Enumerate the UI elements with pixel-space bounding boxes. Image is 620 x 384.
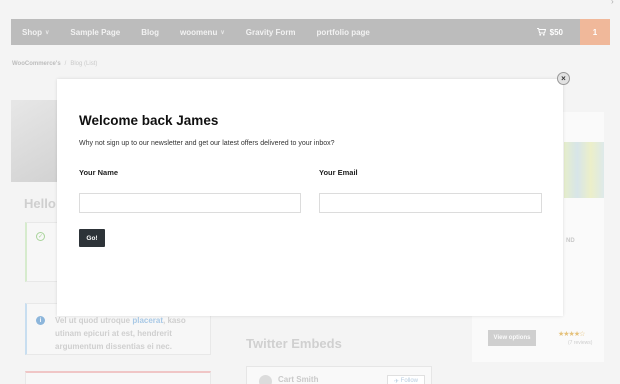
error-notice	[25, 371, 211, 384]
email-field[interactable]	[319, 193, 542, 213]
name-field[interactable]	[79, 193, 301, 213]
chevron-down-icon: ∨	[220, 29, 225, 36]
tweet-author: Cart Smith	[278, 375, 319, 384]
breadcrumb-item[interactable]: WooCommerce's	[12, 61, 61, 67]
go-button[interactable]: Go!	[79, 229, 105, 247]
nav-item-label: Blog	[141, 27, 159, 37]
modal-title: Welcome back James	[79, 113, 219, 128]
nav-item-shop[interactable]: Shop ∨	[22, 28, 49, 37]
nav-item-sample-page[interactable]: Sample Page	[70, 28, 120, 37]
nav-item-portfolio-page[interactable]: portfolio page	[317, 28, 370, 37]
breadcrumb-item: Blog (List)	[70, 61, 98, 67]
modal-subtitle: Why not sign up to our newsletter and ge…	[79, 140, 335, 147]
info-notice-text: Vel ut quod utroque placerat, kaso utina…	[55, 314, 205, 353]
nav-item-label: Sample Page	[70, 27, 121, 37]
avatar	[259, 375, 272, 384]
nav-item-label: Shop	[22, 27, 42, 37]
info-icon: i	[36, 316, 45, 325]
twitter-section-title: Twitter Embeds	[246, 336, 342, 351]
cart-icon	[536, 28, 546, 36]
breadcrumb-separator: /	[64, 61, 67, 67]
follow-label: Follow	[400, 378, 419, 384]
nav-item-label: portfolio page	[316, 27, 370, 37]
nav-item-woomenu[interactable]: woomenu ∨	[180, 28, 225, 37]
view-options-button[interactable]: View options	[488, 330, 536, 346]
corner-close-glyph: ›	[611, 0, 614, 6]
product-tag: ND	[566, 238, 575, 244]
tweet-card: Cart Smith ✈ Follow	[246, 366, 432, 384]
newsletter-modal: Welcome back James Why not sign up to ou…	[57, 79, 563, 316]
main-nav: Shop ∨ Sample Page Blog woomenu ∨ Gravit…	[11, 19, 610, 45]
breadcrumb: WooCommerce's / Blog (List)	[12, 61, 97, 67]
cart-count-badge[interactable]: 1	[580, 19, 610, 45]
nav-item-label: Gravity Form	[245, 27, 296, 37]
section-heading: Hello	[24, 196, 56, 211]
email-label: Your Email	[319, 168, 358, 177]
name-label: Your Name	[79, 168, 119, 177]
cart-link[interactable]: $50	[536, 19, 563, 45]
nav-item-label: woomenu	[180, 27, 218, 37]
star-rating: ★★★★☆	[558, 331, 585, 338]
check-icon: ✓	[36, 232, 45, 241]
notice-text: Vel ut quod utroque	[55, 316, 131, 325]
cart-total: $50	[549, 27, 563, 37]
product-image	[11, 100, 57, 182]
chevron-down-icon: ∨	[45, 29, 50, 36]
nav-item-gravity-form[interactable]: Gravity Form	[246, 28, 296, 37]
twitter-follow-button[interactable]: ✈ Follow	[387, 375, 425, 384]
twitter-bird-icon: ✈	[393, 378, 399, 384]
nav-item-blog[interactable]: Blog	[141, 28, 159, 37]
close-icon[interactable]: ×	[557, 72, 570, 85]
notice-link[interactable]: placerat	[132, 316, 163, 325]
review-count: (7 reviews)	[568, 340, 593, 346]
product-image	[564, 142, 604, 198]
